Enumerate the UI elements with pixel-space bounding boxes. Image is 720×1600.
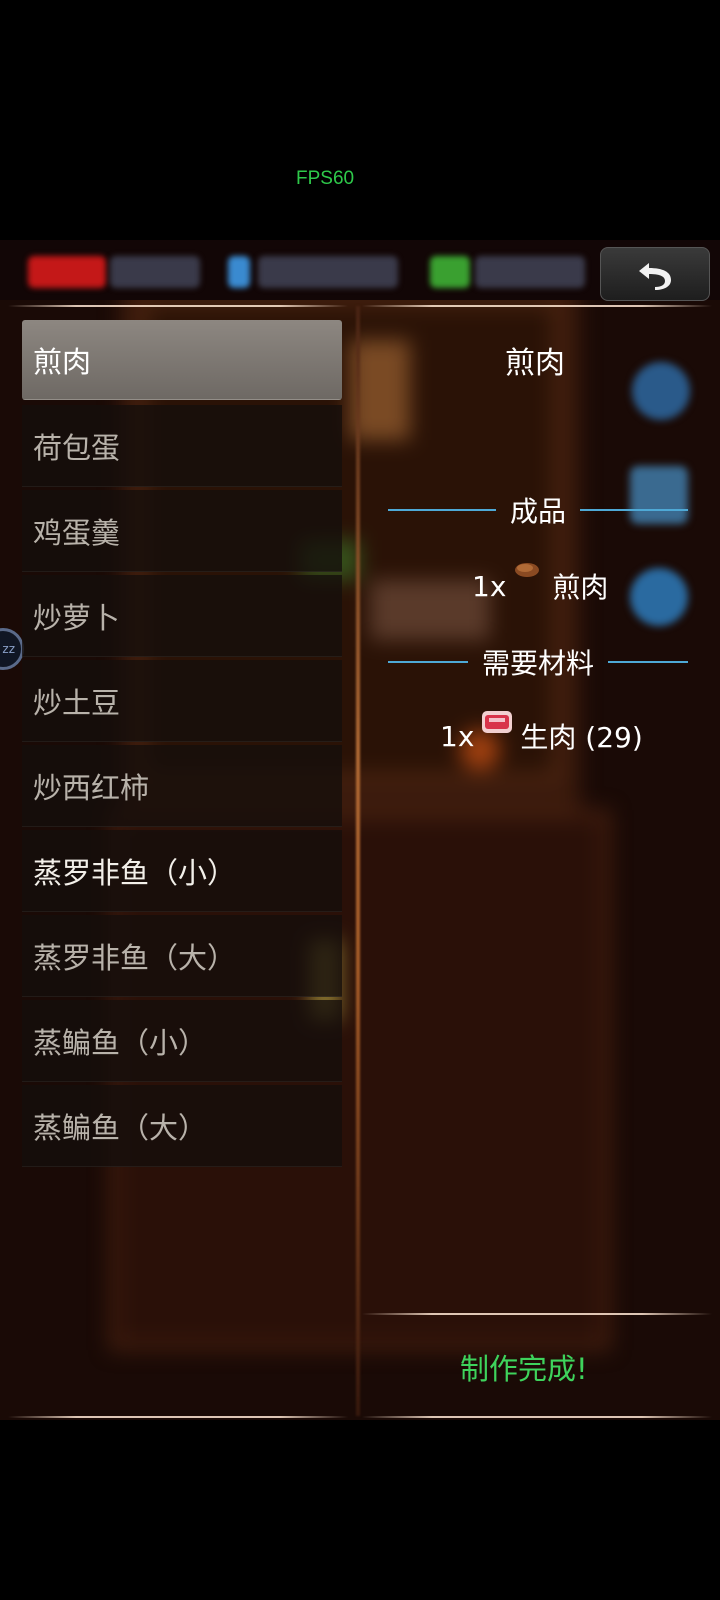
globe-button-blurred[interactable] [630, 568, 688, 626]
recipe-item[interactable]: 炒土豆 [22, 660, 342, 742]
recipe-label: 炒土豆 [33, 685, 121, 720]
raw-meat-icon [482, 711, 513, 733]
recipe-detail-title: 煎肉 [505, 346, 565, 381]
recipe-label: 炒西红柿 [33, 770, 150, 805]
product-section-header: 成品 [388, 490, 689, 530]
recipe-item[interactable]: 荷包蛋 [22, 405, 342, 487]
energy-icon [430, 256, 470, 288]
recipe-label: 煎肉 [33, 344, 92, 379]
recipe-label: 荷包蛋 [33, 430, 121, 465]
materials-header-label: 需要材料 [482, 647, 595, 680]
recipe-item[interactable]: 蒸鳊鱼（大） [22, 1085, 342, 1167]
top-divider-right [362, 305, 712, 307]
recipe-label: 炒萝卜 [33, 600, 121, 635]
recipe-label: 蒸罗非鱼（小） [33, 855, 237, 890]
recipe-item[interactable]: 鸡蛋羹 [22, 490, 342, 572]
material-name: 生肉 (29) [520, 721, 643, 754]
health-bar [28, 256, 106, 288]
material-row: 1x 生肉 (29) [440, 711, 643, 756]
recipe-item[interactable]: 炒西红柿 [22, 745, 342, 827]
bottom-divider-right [362, 1416, 712, 1418]
water-value-blurred [258, 256, 398, 288]
recipe-item[interactable]: 炒萝卜 [22, 575, 342, 657]
recipe-item[interactable]: 蒸鳊鱼（小） [22, 1000, 342, 1082]
top-divider-left [8, 305, 348, 307]
panel-vertical-divider [356, 306, 360, 1416]
recipe-label: 蒸罗非鱼（大） [33, 940, 237, 975]
recipe-list: 煎肉 荷包蛋 鸡蛋羹 炒萝卜 炒土豆 炒西红柿 蒸罗非鱼（小） 蒸罗非鱼（大） … [22, 320, 342, 1170]
materials-section-header: 需要材料 [388, 642, 689, 682]
energy-value-blurred [475, 256, 585, 288]
recipe-item[interactable]: 蒸罗非鱼（大） [22, 915, 342, 997]
product-name: 煎肉 [552, 571, 609, 604]
bottom-divider-left [8, 1416, 348, 1418]
fps-counter: FPS60 [296, 168, 355, 189]
back-button[interactable] [600, 247, 710, 301]
recipe-item[interactable]: 蒸罗非鱼（小） [22, 830, 342, 912]
recipe-item[interactable]: 煎肉 [22, 320, 342, 400]
recipe-label: 蒸鳊鱼（小） [33, 1025, 208, 1060]
material-qty: 1x [440, 719, 475, 753]
recipe-label: 鸡蛋羹 [33, 515, 121, 550]
product-header-label: 成品 [510, 495, 567, 528]
search-button-blurred[interactable] [632, 362, 690, 420]
product-qty: 1x [472, 569, 507, 603]
status-divider [362, 1313, 712, 1315]
health-value-blurred [110, 256, 200, 288]
sleep-badge-label: zz [2, 642, 15, 656]
recipe-label: 蒸鳊鱼（大） [33, 1110, 208, 1145]
craft-status: 制作完成! [460, 1352, 588, 1386]
water-icon [228, 256, 250, 288]
product-row: 1x 煎肉 [472, 563, 609, 606]
cooked-meat-icon [515, 563, 540, 577]
undo-arrow-icon [639, 263, 671, 290]
